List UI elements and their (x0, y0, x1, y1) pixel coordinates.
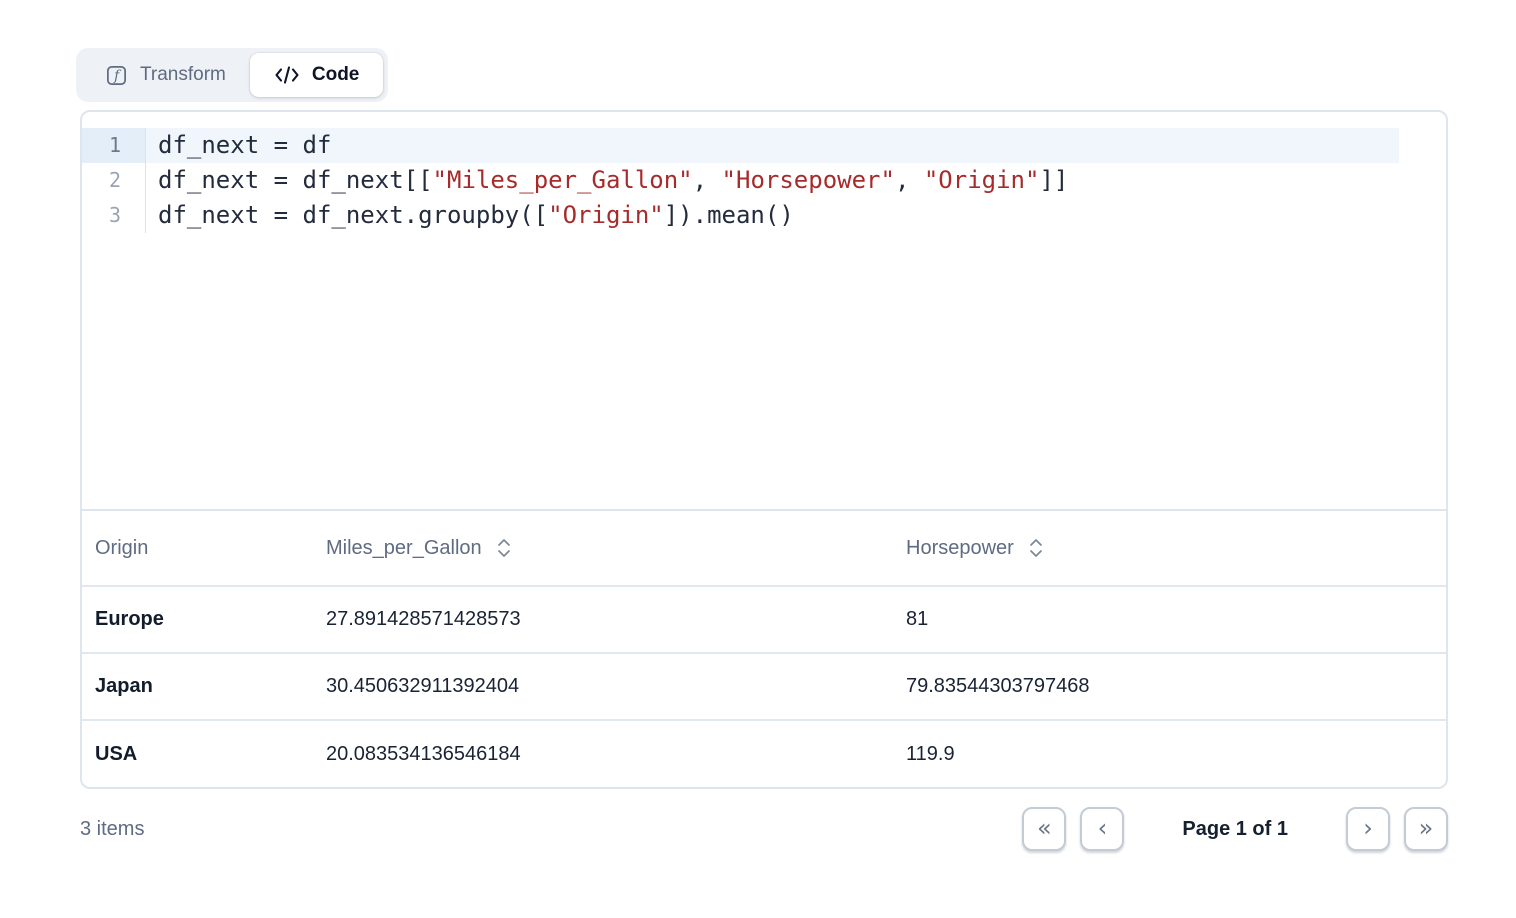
first-page-button[interactable]: « (1022, 807, 1066, 851)
column-header-miles_per_gallon[interactable]: Miles_per_Gallon (326, 511, 906, 586)
column-header-label: Horsepower (906, 537, 1014, 560)
code-token: df_next = df_next[[ (158, 166, 433, 194)
code-icon (274, 64, 300, 86)
value-cell: 119.9 (906, 720, 1446, 787)
result-table: Origin Miles_per_Gallon Horsepower Europe2… (82, 511, 1446, 787)
tab-code[interactable]: Code (250, 53, 384, 97)
table-footer: 3 items « ‹ Page 1 of 1 › » (80, 789, 1448, 869)
next-page-button[interactable]: › (1346, 807, 1390, 851)
table-row: Europe27.89142857142857381 (82, 586, 1446, 653)
code-token: ]] (1039, 166, 1068, 194)
transform-panel: 123 df_next = df df_next = df_next[["Mile… (80, 110, 1448, 789)
code-token: , (895, 166, 924, 194)
column-header-label: Origin (95, 537, 148, 560)
code-token: ]).mean() (664, 201, 794, 229)
code-string-token: "Origin" (924, 166, 1040, 194)
code-token: , (693, 166, 722, 194)
value-cell: 81 (906, 586, 1446, 653)
next-page-icon: › (1363, 816, 1373, 840)
value-cell: 79.83544303797468 (906, 653, 1446, 720)
value-cell: 27.891428571428573 (326, 586, 906, 653)
code-string-token: "Horsepower" (722, 166, 895, 194)
code-editor[interactable]: 123 df_next = df df_next = df_next[["Mile… (82, 112, 1446, 511)
previous-page-icon: ‹ (1098, 816, 1108, 840)
origin-cell: Japan (82, 653, 326, 720)
last-page-button[interactable]: » (1404, 807, 1448, 851)
svg-text:f: f (113, 68, 122, 84)
code-token: df_next = df_next.groupby([ (158, 201, 548, 229)
table-header-row: Origin Miles_per_Gallon Horsepower (82, 511, 1446, 586)
previous-page-button[interactable]: ‹ (1080, 807, 1124, 851)
code-line[interactable]: df_next = df_next.groupby(["Origin"]).me… (146, 198, 1399, 233)
first-page-icon: « (1037, 816, 1052, 840)
column-header-inner: Miles_per_Gallon (326, 537, 906, 560)
column-header-label: Miles_per_Gallon (326, 537, 482, 560)
line-number: 1 (82, 128, 145, 163)
line-number: 3 (82, 198, 145, 233)
code-token: df_next = df (158, 131, 331, 159)
sort-icon[interactable] (496, 537, 512, 559)
table-row: Japan30.45063291139240479.83544303797468 (82, 653, 1446, 720)
table-row: USA20.083534136546184119.9 (82, 720, 1446, 787)
function-icon: f (105, 64, 128, 87)
items-count: 3 items (80, 818, 144, 841)
value-cell: 30.450632911392404 (326, 653, 906, 720)
column-header-horsepower[interactable]: Horsepower (906, 511, 1446, 586)
tab-transform-label: Transform (140, 64, 226, 86)
column-header-inner: Horsepower (906, 537, 1446, 560)
column-header-origin: Origin (82, 511, 326, 586)
column-header-inner: Origin (82, 537, 326, 560)
value-cell: 20.083534136546184 (326, 720, 906, 787)
code-line[interactable]: df_next = df (146, 128, 1399, 163)
page-indicator: Page 1 of 1 (1182, 818, 1288, 841)
sort-icon[interactable] (1028, 537, 1044, 559)
pagination-controls: « ‹ Page 1 of 1 › » (1022, 807, 1448, 851)
table-body: Europe27.89142857142857381Japan30.450632… (82, 586, 1446, 787)
tab-transform[interactable]: f Transform (81, 53, 250, 97)
editor-gutter: 123 (82, 128, 146, 233)
code-line[interactable]: df_next = df_next[["Miles_per_Gallon", "… (146, 163, 1399, 198)
origin-cell: USA (82, 720, 326, 787)
view-mode-tabs: f Transform Code (76, 48, 388, 102)
code-string-token: "Origin" (548, 201, 664, 229)
editor-content: df_next = df df_next = df_next[["Miles_pe… (146, 128, 1399, 233)
tab-code-label: Code (312, 64, 360, 86)
last-page-icon: » (1419, 816, 1434, 840)
origin-cell: Europe (82, 586, 326, 653)
code-string-token: "Miles_per_Gallon" (433, 166, 693, 194)
line-number: 2 (82, 163, 145, 198)
